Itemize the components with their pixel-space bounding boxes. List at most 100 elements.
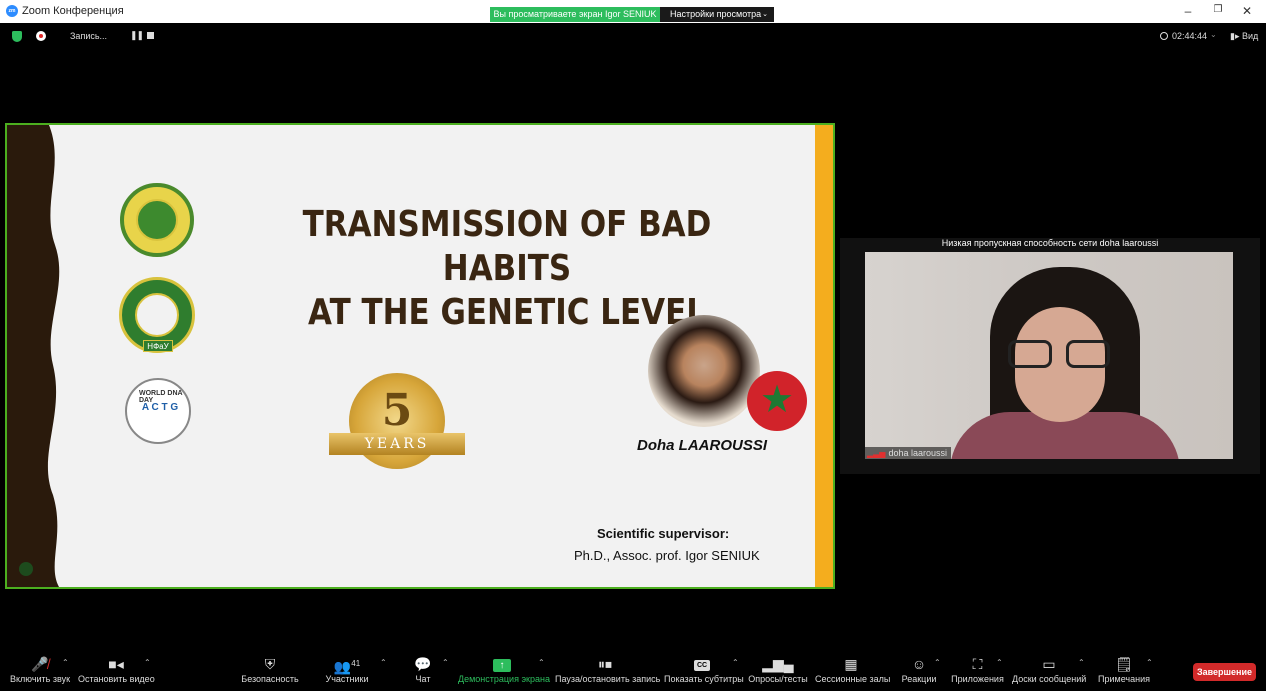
shared-screen-slide: НФаУ WORLD DNA DAY A C T G TRANSMISSION …	[5, 123, 835, 589]
notes-button[interactable]: 🗒 Примечания ⌃	[1096, 652, 1153, 691]
pharmacy-university-label: НФаУ	[143, 340, 173, 352]
stop-video-button[interactable]: ■◂ Остановить видео ⌃	[78, 652, 155, 691]
app-title: zm Zoom Конференция	[6, 5, 124, 17]
slide-title: TRANSMISSION OF BAD HABITS AT THE GENETI…	[275, 203, 739, 335]
meeting-timer[interactable]: 02:44:44	[1160, 31, 1207, 41]
whiteboards-label: Доски сообщений	[1012, 674, 1087, 684]
participants-button[interactable]: 👥41 Участники ⌃	[322, 652, 387, 691]
view-icon: ▮▸	[1230, 31, 1240, 41]
chat-button[interactable]: 💬 Чат ⌃	[408, 652, 448, 691]
dna-bases: A C T G	[141, 402, 179, 413]
speaker-photo	[648, 315, 760, 427]
apps-button[interactable]: ⛶ Приложения ⌃	[950, 652, 1005, 691]
participant-name-label: ▂▃▅ doha laaroussi	[865, 447, 952, 459]
stop-recording-icon[interactable]	[147, 32, 154, 39]
chat-icon: 💬	[414, 656, 432, 672]
reactions-label: Реакции	[901, 674, 937, 684]
chevron-up-icon[interactable]: ⌃	[380, 658, 387, 667]
chevron-up-icon[interactable]: ⌃	[538, 658, 545, 667]
chevron-up-icon[interactable]: ⌃	[1078, 658, 1085, 667]
participants-count: 41	[351, 659, 361, 668]
minimize-button[interactable]: –	[1180, 4, 1196, 18]
pause-recording-icon[interactable]: ❚❚	[130, 30, 144, 41]
supervisor-name: Ph.D., Assoc. prof. Igor SENIUK	[574, 548, 760, 563]
meeting-topbar: Запись... ❚❚ 02:44:44 ⌄ ▮▸ Вид	[0, 23, 1266, 49]
viewing-screen-banner: Вы просматриваете экран Igor SENIUK	[490, 7, 660, 22]
chevron-up-icon[interactable]: ⌃	[62, 658, 69, 667]
security-label: Безопасность	[241, 674, 299, 684]
reactions-button[interactable]: ☺ Реакции ⌃	[900, 652, 941, 691]
breakout-rooms-button[interactable]: ▦ Сессионные залы	[815, 652, 891, 691]
security-shield-icon[interactable]	[12, 31, 22, 42]
view-settings-label: Настройки просмотра	[670, 9, 762, 19]
world-dna-day-logo: WORLD DNA DAY A C T G	[125, 378, 191, 444]
unmute-button[interactable]: 🎤̸ Включить звук ⌃	[6, 652, 74, 691]
chevron-up-icon[interactable]: ⌃	[934, 658, 941, 667]
slide-decorative-band	[7, 125, 60, 587]
share-screen-label: Демонстрация экрана	[458, 674, 550, 684]
security-button[interactable]: ⛨ Безопасность	[240, 652, 300, 691]
window-title: Zoom Конференция	[22, 5, 124, 17]
captions-icon-text: CC	[694, 659, 710, 671]
pause-stop-icon: ⏸⏹	[598, 656, 612, 672]
view-button[interactable]: ▮▸ Вид	[1230, 31, 1258, 42]
whiteboards-button[interactable]: ▭ Доски сообщений ⌃	[1012, 652, 1086, 691]
timer-value: 02:44:44	[1172, 31, 1208, 41]
chat-label: Чат	[415, 674, 431, 684]
chevron-up-icon[interactable]: ⌃	[996, 658, 1003, 667]
bar-chart-icon: ▂▆▄	[762, 656, 794, 672]
polls-label: Опросы/тесты	[748, 674, 808, 684]
show-captions-label: Показать субтитры	[664, 674, 744, 684]
participants-label: Участники	[325, 674, 369, 684]
pause-stop-label: Пауза/остановить запись	[555, 674, 661, 684]
dna-bases-text: A C T G	[140, 402, 180, 413]
speaker-name: Doha LAAROUSSI	[637, 437, 768, 454]
polls-button[interactable]: ▂▆▄ Опросы/тесты	[748, 652, 808, 691]
smiley-icon: ☺	[911, 656, 927, 672]
show-captions-button[interactable]: CC Показать субтитры ⌃	[664, 652, 744, 691]
recording-label: Запись...	[70, 31, 108, 41]
participant-video	[865, 252, 1233, 459]
pause-stop-recording-button[interactable]: ⏸⏹ Пауза/остановить запись	[555, 652, 661, 691]
morocco-flag-icon: ★	[747, 371, 807, 431]
shield-icon: ⛨	[264, 656, 276, 672]
captions-icon: CC	[664, 652, 740, 674]
breakout-rooms-label: Сессионные залы	[815, 674, 891, 684]
close-button[interactable]: ✕	[1239, 4, 1255, 18]
whiteboard-icon: ▭	[1042, 656, 1056, 672]
chevron-up-icon[interactable]: ⌃	[1146, 658, 1153, 667]
signal-bars-icon: ▂▃▅	[867, 449, 886, 458]
chevron-up-icon[interactable]: ⌃	[442, 658, 449, 667]
slide-title-line1: TRANSMISSION OF BAD HABITS	[302, 204, 712, 289]
stop-video-label: Остановить видео	[78, 674, 155, 684]
chevron-up-icon[interactable]: ⌃	[732, 658, 739, 667]
participant-video-tile[interactable]: Низкая пропускная способность сети doha …	[840, 238, 1260, 474]
network-warning: Низкая пропускная способность сети doha …	[941, 238, 1159, 248]
zoom-logo-icon: zm	[6, 5, 18, 17]
unmute-label: Включить звук	[9, 674, 71, 684]
end-meeting-button[interactable]: Завершение	[1193, 663, 1256, 681]
share-screen-icon: ↑	[458, 652, 546, 674]
presenter-avatar-icon	[19, 562, 33, 576]
apps-label: Приложения	[951, 674, 1004, 684]
anniversary-badge: 5 YEARS	[327, 373, 467, 488]
participant-glasses	[1008, 340, 1112, 368]
restore-button[interactable]: ❐	[1210, 4, 1226, 15]
share-screen-button[interactable]: ↑ Демонстрация экрана ⌃	[458, 652, 550, 691]
slide-accent-band	[815, 125, 833, 587]
chevron-down-icon: ⌄	[762, 11, 768, 18]
video-camera-icon: ■◂	[108, 656, 124, 672]
grid-icon: ▦	[844, 656, 858, 672]
view-settings-dropdown[interactable]: Настройки просмотра ⌄	[660, 7, 774, 22]
view-label: Вид	[1242, 31, 1259, 41]
chevron-up-icon[interactable]: ⌃	[144, 658, 151, 667]
clock-icon	[1160, 32, 1168, 40]
badge-number: 5	[381, 385, 413, 436]
notes-icon: 🗒	[1115, 656, 1133, 672]
badge-ribbon: YEARS	[329, 433, 465, 455]
window-titlebar: zm Zoom Конференция Вы просматриваете эк…	[0, 0, 1266, 23]
chevron-down-icon[interactable]: ⌄	[1210, 30, 1217, 39]
meeting-toolbar: 🎤̸ Включить звук ⌃ ■◂ Остановить видео ⌃…	[0, 652, 1266, 691]
recording-indicator-icon	[36, 31, 46, 41]
notes-label: Примечания	[1098, 674, 1150, 684]
